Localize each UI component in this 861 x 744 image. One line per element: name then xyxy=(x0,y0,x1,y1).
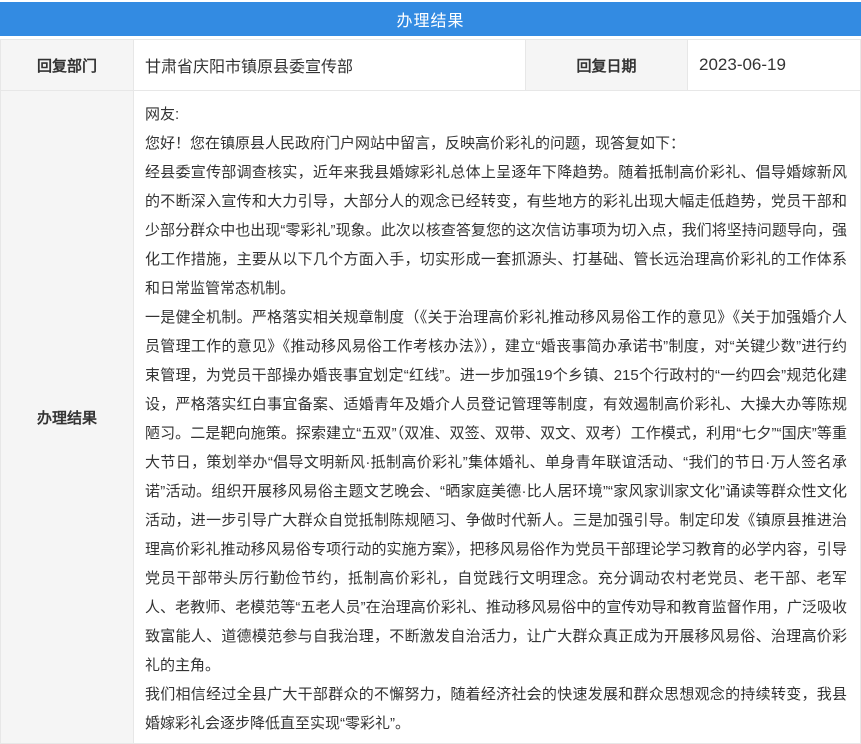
result-paragraph: 网友: xyxy=(145,100,847,129)
result-header-bar: 办理结果 xyxy=(0,2,861,36)
result-label: 办理结果 xyxy=(1,91,133,743)
result-paragraph: 经县委宣传部调查核实，近年来我县婚嫁彩礼总体上呈逐年下降趋势。随着抵制高价彩礼、… xyxy=(145,158,847,303)
reply-date-value-text: 2023-06-19 xyxy=(699,55,786,75)
page-title: 办理结果 xyxy=(396,7,464,31)
reply-dept-label: 回复部门 xyxy=(1,40,133,90)
reply-dept-value-text: 甘肃省庆阳市镇原县委宣传部 xyxy=(145,53,353,77)
reply-date-value: 2023-06-19 xyxy=(688,40,860,90)
result-label-text: 办理结果 xyxy=(37,407,97,428)
result-paragraph: 我们相信经过全县广大干部群众的不懈努力，随着经济社会的快速发展和群众思想观念的持… xyxy=(145,680,847,738)
reply-date-label: 回复日期 xyxy=(526,40,687,90)
result-paragraph: 一是健全机制。严格落实相关规章制度（《关于治理高价彩礼推动移风易俗工作的意见》《… xyxy=(145,303,847,680)
reply-page: 办理结果 回复部门 甘肃省庆阳市镇原县委宣传部 回复日期 2023-06-19 … xyxy=(0,0,861,744)
reply-dept-label-text: 回复部门 xyxy=(37,55,97,76)
result-table: 回复部门 甘肃省庆阳市镇原县委宣传部 回复日期 2023-06-19 办理结果 … xyxy=(0,39,861,744)
reply-dept-value: 甘肃省庆阳市镇原县委宣传部 xyxy=(134,40,525,90)
result-paragraph: 感谢您对我们工作的关心和支持，欢迎您继续提出宝贵意见和建议。 xyxy=(145,738,847,743)
result-paragraph: 您好！您在镇原县人民政府门户网站中留言，反映高价彩礼的问题，现答复如下： xyxy=(145,129,847,158)
result-content: 网友:您好！您在镇原县人民政府门户网站中留言，反映高价彩礼的问题，现答复如下：经… xyxy=(134,91,860,743)
reply-date-label-text: 回复日期 xyxy=(576,55,636,76)
